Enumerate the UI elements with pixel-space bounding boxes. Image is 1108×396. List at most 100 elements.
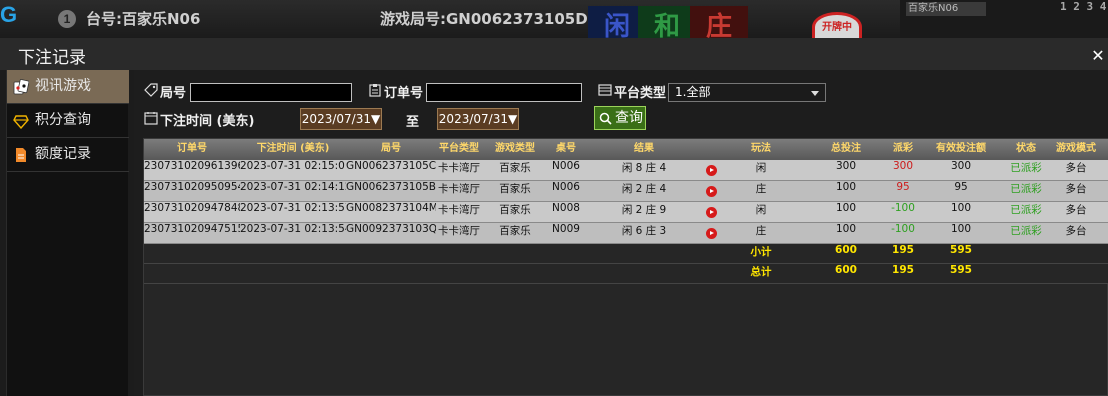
col-table: 桌号 — [556, 143, 576, 154]
platform-cell: 卡卡湾厅 — [438, 225, 480, 237]
calendar-icon — [144, 112, 158, 125]
result-cell: 闲 2 庄 4 — [621, 183, 667, 195]
col-order: 订单号 — [177, 143, 207, 154]
valid-cell: 100 — [950, 202, 972, 214]
col-video — [704, 139, 720, 160]
order-cell: 230731020947848 — [144, 202, 240, 214]
result-cell: 闲 8 庄 4 — [621, 162, 667, 174]
close-icon[interactable]: ✕ — [1090, 46, 1106, 65]
mode-cell: 多台 — [1065, 183, 1087, 195]
mode-cell: 多台 — [1065, 162, 1087, 174]
query-button[interactable]: 查询 — [594, 106, 646, 130]
play-cell: 闲 — [755, 204, 767, 216]
bet-cell: 100 — [835, 181, 857, 193]
subtotal-label: 小计 — [750, 246, 772, 258]
game-type-cell: 百家乐 — [499, 183, 531, 195]
table-title: 台号:百家乐N06 — [86, 10, 201, 28]
col-round: 局号 — [381, 143, 401, 154]
sidebar-item-label: 积分查询 — [35, 112, 91, 128]
table-header: 订单号 下注时间 (美东) 局号 平台类型 游戏类型 桌号 结果 玩法 总投注 … — [144, 139, 1108, 160]
clipboard-icon — [369, 84, 381, 97]
mode-cell: 多台 — [1065, 204, 1087, 216]
bet-cell: 300 — [835, 160, 857, 172]
sidebar-item-label: 视讯游戏 — [35, 78, 91, 94]
search-icon — [599, 112, 612, 125]
table-no-cell: N006 — [552, 181, 580, 193]
col-status: 状态 — [1016, 143, 1036, 154]
platform-select-value: 1.全部 — [675, 85, 711, 99]
table-row[interactable]: 230731020950954 2023-07-31 02:14:12 GN0062… — [144, 181, 1108, 202]
col-play: 玩法 — [751, 143, 771, 154]
date-from-picker[interactable]: 2023/07/31▼ — [300, 108, 382, 130]
records-table: 订单号 下注时间 (美东) 局号 平台类型 游戏类型 桌号 结果 玩法 总投注 … — [143, 138, 1108, 396]
play-cell: 庄 — [755, 183, 767, 195]
document-icon — [16, 148, 26, 162]
payout-cell: 95 — [896, 181, 910, 193]
table-no-cell: N008 — [552, 202, 580, 214]
diamond-icon — [13, 115, 29, 129]
table-row[interactable]: 230731020947848 2023-07-31 02:13:57 GN0082… — [144, 202, 1108, 223]
round-cell: GN0082373104M — [346, 202, 436, 214]
round-input[interactable] — [190, 83, 352, 102]
game-type-cell: 百家乐 — [499, 204, 531, 216]
payout-cell: 300 — [892, 160, 914, 172]
total-valid: 595 — [950, 264, 972, 276]
order-cell: 230731020947515 — [144, 223, 240, 235]
order-label: 订单号 — [384, 86, 424, 101]
subtotal-bet: 600 — [835, 244, 857, 256]
time-cell: 2023-07-31 02:15:01 — [240, 160, 346, 172]
round-label: 局号 — [160, 86, 187, 101]
payout-cell: -100 — [891, 223, 915, 235]
query-button-label: 查询 — [615, 110, 643, 126]
play-cell: 庄 — [755, 225, 767, 237]
platform-cell: 卡卡湾厅 — [438, 204, 480, 216]
status-cell: 已派彩 — [1010, 183, 1042, 195]
records-content: 局号 订单号 平台类型 1.全部 下注时间 (美东) 2023/07/31▼ 至… — [134, 70, 1108, 396]
modal-sidebar: 视讯游戏 积分查询 额度记录 — [6, 70, 129, 396]
side-table-label[interactable]: 百家乐N06 — [906, 2, 986, 16]
bet-banker-box[interactable]: 庄 — [690, 6, 748, 42]
date-to-picker[interactable]: 2023/07/31▼ — [437, 108, 519, 130]
chevron-down-icon — [811, 91, 819, 96]
sidebar-item-label: 额度记录 — [35, 146, 91, 162]
col-platform: 平台类型 — [439, 143, 479, 154]
col-valid: 有效投注额 — [936, 143, 986, 154]
subtotal-row: 小计 600 195 595 — [144, 244, 1108, 264]
bet-cell: 100 — [835, 223, 857, 235]
play-video-icon[interactable] — [706, 207, 717, 218]
side-road-numbers: 1 2 3 4 — [1060, 0, 1107, 13]
modal-title: 下注记录 — [18, 48, 86, 68]
platform-select[interactable]: 1.全部 — [668, 83, 826, 102]
table-row[interactable]: 230731020947515 2023-07-31 02:13:54 GN0092… — [144, 223, 1108, 244]
result-cell: 闲 2 庄 9 — [621, 204, 667, 216]
status-cell: 已派彩 — [1010, 225, 1042, 237]
col-mode: 游戏模式 — [1056, 143, 1096, 154]
play-video-icon[interactable] — [706, 186, 717, 197]
play-video-icon[interactable] — [706, 228, 717, 239]
bet-cell: 100 — [835, 202, 857, 214]
bet-record-modal: 下注记录 ✕ 视讯游戏 积分查询 额度记录 局号 订单号 平台类型 1.全部 下… — [0, 38, 1108, 396]
sidebar-item-points[interactable]: 积分查询 — [7, 104, 129, 138]
round-id: 游戏局号:GN0062373105D — [380, 10, 588, 28]
table-row[interactable]: 230731020961396 2023-07-31 02:15:01 GN0062… — [144, 160, 1108, 181]
sidebar-item-live-games[interactable]: 视讯游戏 — [7, 70, 129, 104]
total-row: 总计 600 195 595 — [144, 264, 1108, 284]
time-cell: 2023-07-31 02:13:54 — [240, 223, 346, 235]
sidebar-item-credit[interactable]: 额度记录 — [7, 138, 129, 172]
to-label: 至 — [406, 115, 420, 130]
game-type-cell: 百家乐 — [499, 225, 531, 237]
time-cell: 2023-07-31 02:13:57 — [240, 202, 346, 214]
platform-label: 平台类型 — [614, 86, 667, 101]
valid-cell: 95 — [954, 181, 968, 193]
play-video-icon[interactable] — [706, 165, 717, 176]
subtotal-valid: 595 — [950, 244, 972, 256]
round-cell: GN0062373105C — [346, 160, 436, 172]
bet-tie-box[interactable]: 和 — [638, 6, 696, 42]
result-cell: 闲 6 庄 3 — [621, 225, 667, 237]
valid-cell: 300 — [950, 160, 972, 172]
platform-cell: 卡卡湾厅 — [438, 183, 480, 195]
col-time: 下注时间 (美东) — [256, 143, 330, 154]
payout-cell: -100 — [891, 202, 915, 214]
order-input[interactable] — [426, 83, 582, 102]
status-cell: 已派彩 — [1010, 162, 1042, 174]
